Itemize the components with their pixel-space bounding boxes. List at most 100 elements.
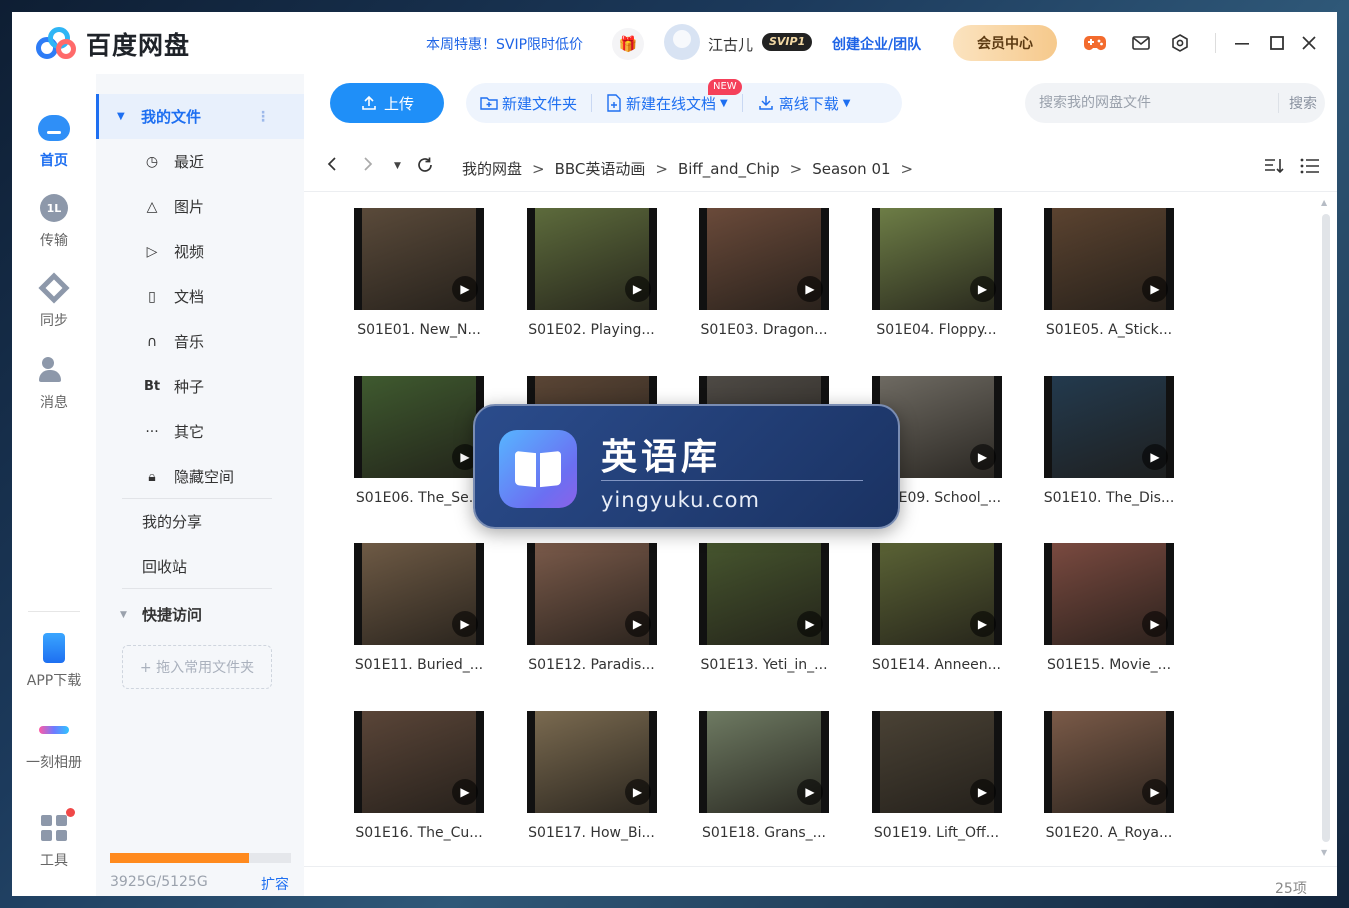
video-thumbnail[interactable]: ▶	[354, 710, 484, 813]
play-icon[interactable]: ▶	[1142, 611, 1168, 637]
upload-button[interactable]: 上传	[330, 83, 444, 123]
sort-icon[interactable]	[1264, 157, 1284, 180]
username[interactable]: 江古儿	[708, 34, 753, 55]
file-name[interactable]: S01E04. Floppy...	[862, 322, 1012, 338]
play-icon[interactable]: ▶	[797, 276, 823, 302]
file-name[interactable]: S01E05. A_Stick...	[1034, 322, 1184, 338]
video-thumbnail[interactable]: ▶	[526, 208, 657, 310]
svip-badge[interactable]: SVIP1	[762, 33, 813, 51]
video-thumbnail[interactable]: ▶	[354, 375, 484, 478]
video-thumbnail[interactable]: ▶	[699, 710, 829, 813]
file-card[interactable]: ▶ S01E01. New_N...	[344, 208, 494, 338]
play-icon[interactable]: ▶	[624, 611, 651, 637]
sidebar-item-videos[interactable]: ▷ 视频	[96, 229, 304, 274]
play-icon[interactable]: ▶	[969, 276, 996, 302]
avatar[interactable]	[664, 24, 700, 60]
back-icon[interactable]	[326, 156, 338, 177]
offline-download-button[interactable]: 离线下载 ▼	[743, 93, 865, 114]
sidebar-item-hidden-space[interactable]: 🔒︎ 隐藏空间	[96, 454, 304, 499]
file-card[interactable]: ▶ S01E20. A_Roya...	[1034, 710, 1184, 841]
file-name[interactable]: S01E16. The_Cu...	[344, 825, 494, 841]
video-thumbnail[interactable]: ▶	[871, 543, 1002, 645]
breadcrumb-item[interactable]: Biff_and_Chip	[678, 160, 780, 178]
sidebar-item-images[interactable]: △ 图片	[96, 184, 304, 229]
file-card[interactable]: ▶ S01E02. Playing...	[517, 208, 667, 338]
play-icon[interactable]: ▶	[969, 611, 996, 637]
file-name[interactable]: S01E19. Lift_Off...	[862, 825, 1012, 841]
file-card[interactable]: ▶ S01E19. Lift_Off...	[862, 710, 1012, 841]
sidebar-item-music[interactable]: ∩ 音乐	[96, 319, 304, 364]
sidebar-item-recent[interactable]: ◷ 最近	[96, 139, 304, 184]
file-name[interactable]: S01E02. Playing...	[517, 322, 667, 338]
nav-transfer[interactable]: 1L 传输	[12, 192, 96, 250]
file-card[interactable]: ▶ S01E13. Yeti_in_...	[689, 543, 839, 673]
gamepad-icon[interactable]	[1082, 30, 1108, 56]
play-icon[interactable]: ▶	[969, 443, 996, 470]
video-thumbnail[interactable]: ▶	[1044, 543, 1174, 645]
file-card[interactable]: ▶ S01E05. A_Stick...	[1034, 208, 1184, 338]
file-card[interactable]: ▶ S01E16. The_Cu...	[344, 710, 494, 841]
nav-tools[interactable]: 工具	[12, 808, 96, 870]
promo-link[interactable]: 本周特惠！SVIP限时低价	[426, 34, 583, 54]
file-card[interactable]: ▶ S01E10. The_Dis...	[1034, 375, 1184, 506]
play-icon[interactable]: ▶	[452, 778, 478, 805]
play-icon[interactable]: ▶	[969, 778, 996, 805]
scrollbar-thumb[interactable]	[1322, 214, 1330, 842]
app-logo[interactable]: 百度网盘	[36, 26, 190, 62]
video-thumbnail[interactable]: ▶	[699, 543, 829, 645]
play-icon[interactable]: ▶	[452, 276, 478, 302]
video-thumbnail[interactable]: ▶	[354, 543, 484, 645]
sidebar-item-torrents[interactable]: Bt 种子	[96, 364, 304, 409]
add-common-folder-dropzone[interactable]: + 拖入常用文件夹	[122, 645, 272, 689]
forward-icon[interactable]	[362, 156, 374, 177]
list-view-icon[interactable]	[1300, 157, 1320, 180]
file-name[interactable]: S01E20. A_Roya...	[1034, 825, 1184, 841]
sidebar-item-recycle[interactable]: 回收站	[96, 544, 304, 589]
file-card[interactable]: ▶ S01E11. Buried_...	[344, 543, 494, 673]
expand-storage-link[interactable]: 扩容	[261, 874, 289, 894]
vip-center-button[interactable]: 会员中心	[953, 25, 1057, 61]
sidebar-item-quick-access[interactable]: ▼ 快捷访问	[96, 592, 304, 637]
file-name[interactable]: S01E06. The_Se...	[344, 490, 494, 506]
minimize-icon[interactable]	[1229, 30, 1255, 56]
video-thumbnail[interactable]: ▶	[526, 710, 657, 813]
scroll-up-icon[interactable]: ▲	[1321, 198, 1327, 207]
create-team-link[interactable]: 创建企业/团队	[832, 34, 921, 54]
vertical-scrollbar[interactable]: ▲ ▼	[1320, 198, 1330, 858]
scroll-down-icon[interactable]: ▼	[1321, 848, 1327, 857]
file-card[interactable]: ▶ S01E04. Floppy...	[862, 208, 1012, 338]
file-name[interactable]: S01E01. New_N...	[344, 322, 494, 338]
play-icon[interactable]: ▶	[624, 778, 651, 805]
play-icon[interactable]: ▶	[1142, 778, 1168, 805]
mail-icon[interactable]	[1128, 30, 1154, 56]
file-name[interactable]: S01E15. Movie_...	[1034, 657, 1184, 673]
nav-album[interactable]: 一刻相册	[12, 714, 96, 772]
refresh-icon[interactable]	[416, 156, 434, 179]
file-card[interactable]: ▶ S01E06. The_Se...	[344, 375, 494, 506]
file-name[interactable]: S01E12. Paradis...	[517, 657, 667, 673]
file-card[interactable]: ▶ S01E17. How_Bi...	[517, 710, 667, 841]
video-thumbnail[interactable]: ▶	[1044, 375, 1174, 478]
nav-app-download[interactable]: APP下载	[12, 632, 96, 690]
play-icon[interactable]: ▶	[1142, 443, 1168, 470]
file-card[interactable]: ▶ S01E18. Grans_...	[689, 710, 839, 841]
play-icon[interactable]: ▶	[624, 276, 651, 302]
file-card[interactable]: ▶ S01E14. Anneen...	[862, 543, 1012, 673]
file-name[interactable]: S01E18. Grans_...	[689, 825, 839, 841]
play-icon[interactable]: ▶	[452, 611, 478, 637]
maximize-icon[interactable]	[1264, 30, 1290, 56]
close-icon[interactable]	[1296, 30, 1322, 56]
more-vertical-icon[interactable]: ⋮	[256, 109, 270, 125]
file-card[interactable]: ▶ S01E15. Movie_...	[1034, 543, 1184, 673]
play-icon[interactable]: ▶	[797, 778, 823, 805]
sidebar-item-docs[interactable]: ▯ 文档	[96, 274, 304, 319]
play-icon[interactable]: ▶	[797, 611, 823, 637]
file-name[interactable]: S01E17. How_Bi...	[517, 825, 667, 841]
video-thumbnail[interactable]: ▶	[871, 710, 1002, 813]
sidebar-item-others[interactable]: ··· 其它	[96, 409, 304, 454]
nav-home[interactable]: 首页	[12, 112, 96, 170]
gift-icon[interactable]: 🎁	[612, 28, 644, 60]
video-thumbnail[interactable]: ▶	[1044, 710, 1174, 813]
breadcrumb-item[interactable]: 我的网盘	[462, 158, 522, 179]
search-button[interactable]: 搜索	[1278, 93, 1317, 113]
